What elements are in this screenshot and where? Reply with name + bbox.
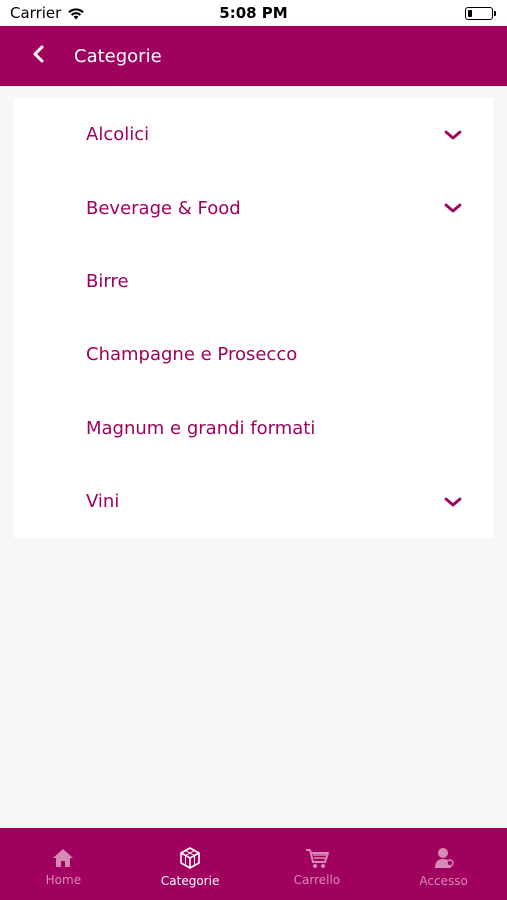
wifi-icon xyxy=(67,7,85,20)
category-label: Vini xyxy=(86,491,120,513)
page-title: Categorie xyxy=(74,45,162,67)
category-item-birre[interactable]: Birre xyxy=(14,245,493,318)
tab-label: Carrello xyxy=(293,873,341,887)
category-item-champagne-prosecco[interactable]: Champagne e Prosecco xyxy=(14,318,493,391)
home-icon xyxy=(51,847,75,869)
status-left: Carrier xyxy=(10,4,85,22)
tab-home[interactable]: Home xyxy=(0,828,127,900)
battery-icon xyxy=(465,6,496,20)
chevron-down-icon[interactable] xyxy=(443,198,463,218)
category-item-vini[interactable]: Vini xyxy=(14,465,493,538)
battery-fill xyxy=(468,9,472,17)
carrier-label: Carrier xyxy=(10,4,62,22)
category-label: Alcolici xyxy=(86,124,150,146)
category-label: Magnum e grandi formati xyxy=(86,417,316,439)
tab-bar: Home Categorie Carrello Accesso xyxy=(0,828,507,900)
category-label: Beverage & Food xyxy=(86,197,241,219)
category-item-magnum[interactable]: Magnum e grandi formati xyxy=(14,392,493,465)
user-icon xyxy=(433,846,455,870)
category-item-beverage-food[interactable]: Beverage & Food xyxy=(14,171,493,244)
chevron-down-icon[interactable] xyxy=(443,492,463,512)
tab-categorie[interactable]: Categorie xyxy=(127,828,254,900)
tab-accesso[interactable]: Accesso xyxy=(380,828,507,900)
category-label: Champagne e Prosecco xyxy=(86,344,298,366)
tab-label: Accesso xyxy=(419,874,468,888)
tab-carrello[interactable]: Carrello xyxy=(254,828,381,900)
status-bar: Carrier 5:08 PM xyxy=(0,0,507,26)
cube-icon xyxy=(178,846,202,870)
tab-label: Home xyxy=(45,873,82,887)
cart-icon xyxy=(304,847,330,869)
category-label: Birre xyxy=(86,270,129,292)
category-list: Alcolici Beverage & Food Birre Champagne… xyxy=(14,98,493,539)
chevron-left-icon xyxy=(30,44,46,68)
chevron-down-icon[interactable] xyxy=(443,125,463,145)
back-button[interactable] xyxy=(8,26,68,86)
tab-label: Categorie xyxy=(160,874,220,888)
category-item-alcolici[interactable]: Alcolici xyxy=(14,98,493,171)
app-header: Categorie xyxy=(0,26,507,86)
